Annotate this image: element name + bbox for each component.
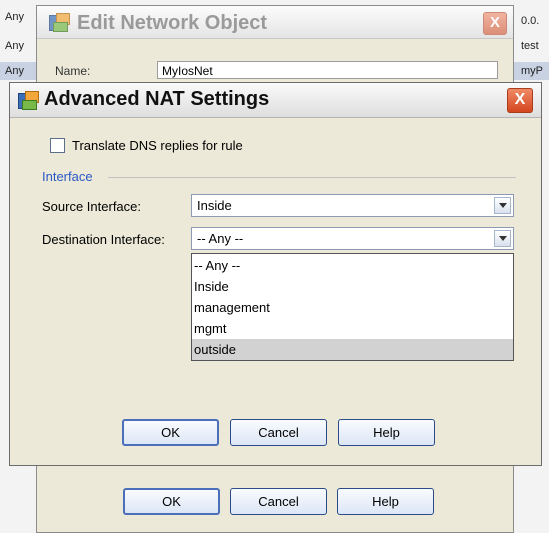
name-input[interactable]: MyIosNet xyxy=(157,61,498,79)
bg-cell-left-1: Any xyxy=(5,11,24,23)
dropdown-option-mgmt[interactable]: mgmt xyxy=(192,318,513,339)
chevron-down-icon[interactable] xyxy=(494,197,511,214)
destination-interface-dropdown: -- Any -- Inside management mgmt outside xyxy=(191,253,514,361)
edit-cancel-button[interactable]: Cancel xyxy=(230,488,327,515)
advanced-nat-title: Advanced NAT Settings xyxy=(44,88,270,110)
name-label: Name: xyxy=(55,64,91,78)
dropdown-option-inside[interactable]: Inside xyxy=(192,276,513,297)
edit-network-object-titlebar[interactable]: Edit Network Object X xyxy=(37,6,513,39)
edit-network-object-title: Edit Network Object xyxy=(77,12,268,34)
interface-group-label: Interface xyxy=(42,169,93,184)
source-interface-label: Source Interface: xyxy=(42,199,141,214)
asdm-app-icon xyxy=(18,91,39,110)
destination-interface-value: -- Any -- xyxy=(197,231,244,246)
bg-cell-right-2: test xyxy=(521,40,539,52)
ok-button[interactable]: OK xyxy=(122,419,219,446)
dropdown-option-outside[interactable]: outside xyxy=(192,339,513,360)
dropdown-option-any[interactable]: -- Any -- xyxy=(192,255,513,276)
cancel-button[interactable]: Cancel xyxy=(230,419,327,446)
edit-ok-button[interactable]: OK xyxy=(123,488,220,515)
help-button[interactable]: Help xyxy=(338,419,435,446)
bg-cell-left-2: Any xyxy=(5,40,24,52)
translate-dns-checkbox[interactable] xyxy=(50,138,65,153)
source-interface-select[interactable]: Inside xyxy=(191,194,514,217)
bg-cell-left-3: Any xyxy=(5,65,24,77)
close-icon[interactable]: X xyxy=(483,12,507,35)
bg-cell-right-1: 0.0. xyxy=(521,15,540,27)
edit-help-button[interactable]: Help xyxy=(337,488,434,515)
translate-dns-label[interactable]: Translate DNS replies for rule xyxy=(72,138,243,153)
destination-interface-label: Destination Interface: xyxy=(42,232,165,247)
destination-interface-select[interactable]: -- Any -- xyxy=(191,227,514,250)
bg-cell-right-3: myP xyxy=(521,65,543,77)
source-interface-value: Inside xyxy=(197,198,232,213)
chevron-down-icon[interactable] xyxy=(494,230,511,247)
dropdown-option-management[interactable]: management xyxy=(192,297,513,318)
advanced-nat-settings-dialog: Advanced NAT Settings X Translate DNS re… xyxy=(9,82,542,466)
advanced-nat-titlebar[interactable]: Advanced NAT Settings X xyxy=(10,83,541,118)
close-icon[interactable]: X xyxy=(507,88,533,113)
interface-group-divider xyxy=(108,177,516,178)
asdm-app-icon xyxy=(49,13,70,32)
